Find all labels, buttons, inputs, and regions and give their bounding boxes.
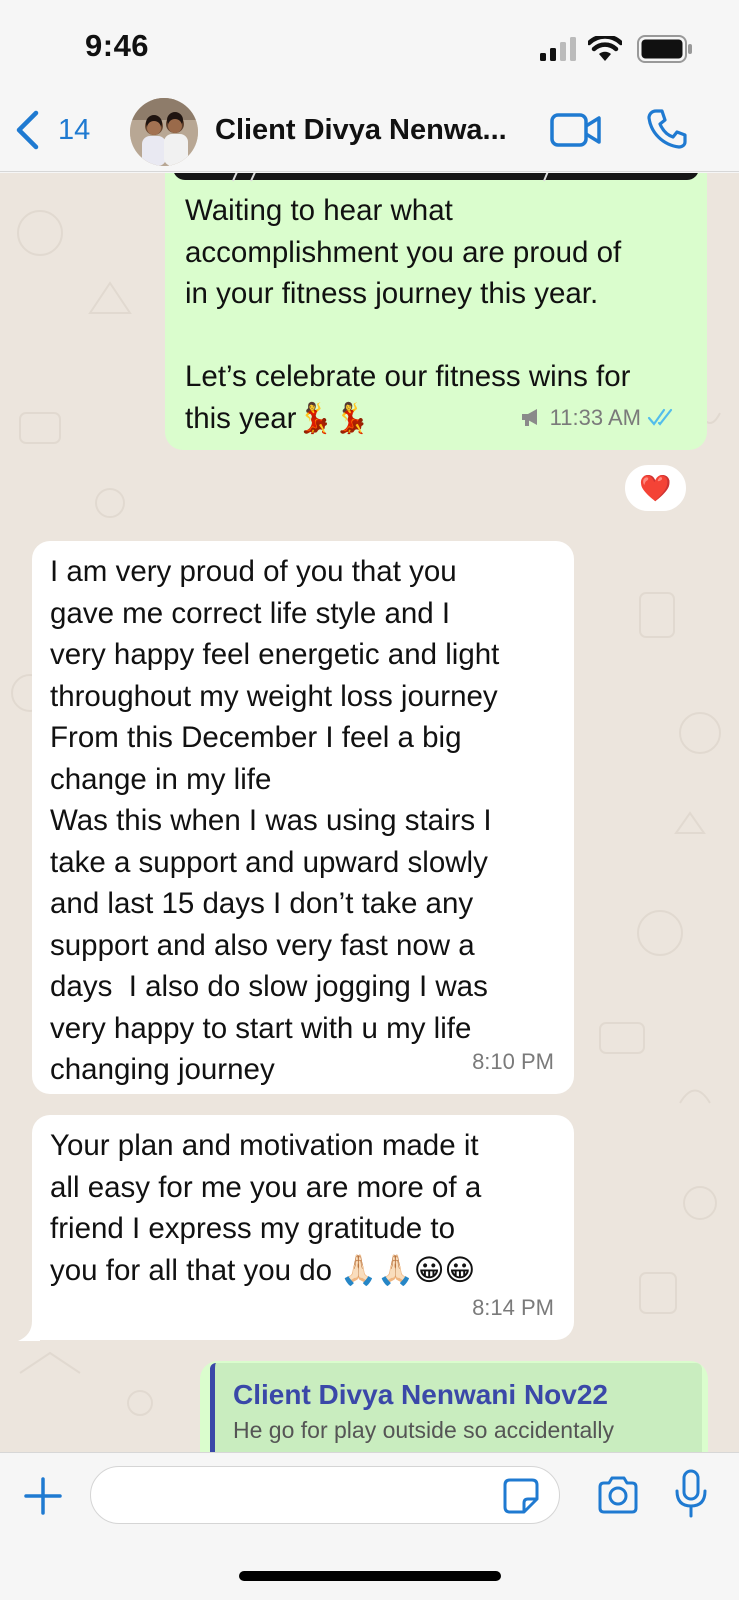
outgoing-message[interactable]: Waiting to hear what accomplishment you … <box>165 173 707 450</box>
avatar-image <box>130 98 198 166</box>
input-bar <box>0 1452 739 1600</box>
heart-icon: ❤️ <box>639 472 672 503</box>
quote-text: He go for play outside so accidentally <box>233 1417 614 1443</box>
incoming-message[interactable]: I am very proud of you that you gave me … <box>32 541 574 1094</box>
image-preview[interactable] <box>173 173 699 182</box>
reaction-badge[interactable]: ❤️ <box>623 463 688 513</box>
contact-name[interactable]: Client Divya Nenwa... <box>215 114 520 147</box>
camera-icon[interactable] <box>596 1475 640 1515</box>
sticker-icon[interactable] <box>502 1477 540 1515</box>
message-input[interactable] <box>90 1466 560 1524</box>
avatar[interactable] <box>130 98 198 166</box>
image-preview-art <box>232 173 549 182</box>
incoming-message[interactable]: Your plan and motivation made it all eas… <box>32 1115 574 1340</box>
microphone-icon[interactable] <box>674 1469 708 1519</box>
phone-icon[interactable] <box>646 108 688 150</box>
chat-area[interactable]: Waiting to hear what accomplishment you … <box>0 173 739 1452</box>
status-time: 9:46 <box>85 28 150 63</box>
message-meta: 8:10 PM <box>472 1041 554 1083</box>
wifi-icon <box>588 36 622 61</box>
message-meta: 11:33 AM <box>520 397 677 439</box>
chat-header: 14 Client Divya Nenwa... <box>0 90 739 172</box>
video-camera-icon[interactable] <box>550 112 602 148</box>
back-chevron-icon <box>16 110 39 150</box>
message-text: Your plan and motivation made it all eas… <box>50 1129 482 1287</box>
unread-count: 14 <box>58 113 91 146</box>
message-meta: 8:14 PM <box>472 1287 554 1329</box>
battery-icon <box>637 35 692 63</box>
quoted-message[interactable]: Client Divya Nenwani Nov22 He go for pla… <box>210 1363 702 1452</box>
plus-icon[interactable] <box>22 1475 64 1517</box>
double-check-icon <box>647 409 673 427</box>
message-time: 11:33 AM <box>549 404 641 430</box>
home-indicator[interactable] <box>239 1571 501 1581</box>
quote-author: Client Divya Nenwani Nov22 <box>233 1379 609 1410</box>
megaphone-icon <box>521 409 537 427</box>
message-text: I am very proud of you that you gave me … <box>50 555 500 1086</box>
message-time: 8:10 PM <box>472 1048 554 1074</box>
message-time: 8:14 PM <box>472 1294 554 1320</box>
back-button[interactable]: 14 <box>14 108 90 152</box>
status-bar: 9:46 <box>0 0 739 90</box>
signal-icon <box>540 37 576 61</box>
bubble-tail <box>18 1321 40 1341</box>
